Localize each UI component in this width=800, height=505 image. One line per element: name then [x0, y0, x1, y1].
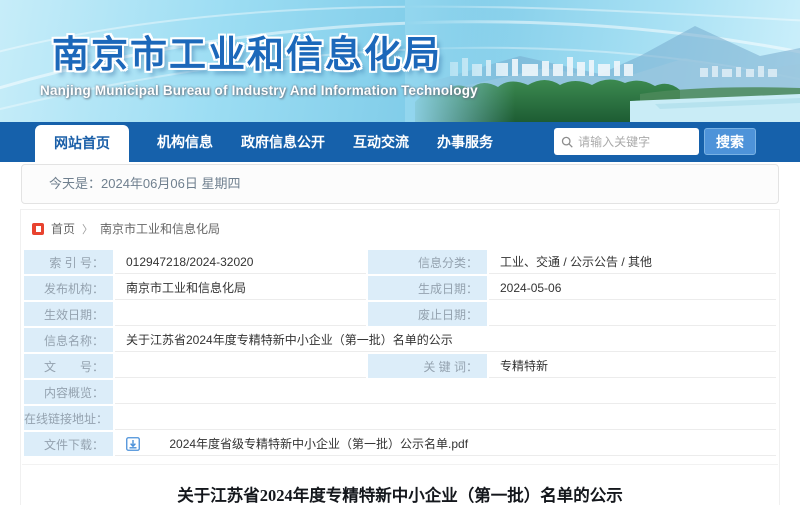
date-bar: 今天是：2024年06月06日 星期四: [21, 164, 779, 204]
home-icon: [32, 222, 44, 235]
meta-label-effective-date: 生效日期：: [24, 302, 113, 326]
meta-value-online-link: [115, 406, 776, 430]
table-row: 信息名称： 关于江苏省2024年度专精特新中小企业（第一批）名单的公示: [24, 328, 776, 352]
breadcrumb-current[interactable]: 南京市工业和信息化局: [100, 220, 220, 237]
meta-value-keywords: 专精特新: [489, 354, 776, 378]
nav-item-org-info[interactable]: 机构信息: [157, 122, 213, 162]
meta-label-keywords: 关 键 词：: [368, 354, 487, 378]
nav-item-services[interactable]: 办事服务: [437, 122, 493, 162]
search-bar: 搜索: [554, 128, 756, 155]
meta-label-publisher: 发布机构：: [24, 276, 113, 300]
search-input-wrap: [554, 128, 699, 155]
current-date-text: 今天是：2024年06月06日 星期四: [49, 176, 241, 191]
meta-value-doc-number: [115, 354, 366, 378]
table-row: 文件下载： 2024年度省级专精特新中小企业（第一批）公示名单.pdf: [24, 432, 776, 456]
download-icon[interactable]: [126, 437, 140, 451]
meta-label-summary: 内容概览：: [24, 380, 113, 404]
meta-value-index-number: 012947218/2024-32020: [115, 250, 366, 274]
table-row: 发布机构： 南京市工业和信息化局 生成日期： 2024-05-06: [24, 276, 776, 300]
meta-label-file-download: 文件下载：: [24, 432, 113, 456]
attachment-link[interactable]: 2024年度省级专精特新中小企业（第一批）公示名单.pdf: [169, 437, 468, 451]
meta-label-category: 信息分类：: [368, 250, 487, 274]
nav-item-gov-disclosure[interactable]: 政府信息公开: [241, 122, 325, 162]
table-row: 索 引 号： 012947218/2024-32020 信息分类： 工业、交通 …: [24, 250, 776, 274]
meta-label-info-name: 信息名称：: [24, 328, 113, 352]
meta-value-effective-date: [115, 302, 366, 326]
article-title: 关于江苏省2024年度专精特新中小企业（第一批）名单的公示: [177, 486, 623, 505]
meta-label-create-date: 生成日期：: [368, 276, 487, 300]
main-nav: 网站首页 机构信息 政府信息公开 互动交流 办事服务 搜索: [0, 122, 800, 162]
site-subtitle-english: Nanjing Municipal Bureau of Industry And…: [40, 83, 478, 98]
nav-item-home[interactable]: 网站首页: [35, 125, 129, 162]
breadcrumb-home[interactable]: 首页: [51, 220, 75, 237]
breadcrumb-separator: 〉: [82, 223, 94, 236]
table-row: 文 号： 关 键 词： 专精特新: [24, 354, 776, 378]
nav-item-interaction[interactable]: 互动交流: [353, 122, 409, 162]
meta-label-index-number: 索 引 号：: [24, 250, 113, 274]
meta-value-publisher: 南京市工业和信息化局: [115, 276, 366, 300]
meta-value-info-name: 关于江苏省2024年度专精特新中小企业（第一批）名单的公示: [115, 328, 776, 352]
table-row: 内容概览：: [24, 380, 776, 404]
meta-value-create-date: 2024-05-06: [489, 276, 776, 300]
search-input[interactable]: [578, 134, 692, 149]
site-banner: 南京市工业和信息化局 Nanjing Municipal Bureau of I…: [0, 0, 800, 122]
meta-label-expiry-date: 废止日期：: [368, 302, 487, 326]
search-icon: [561, 136, 573, 148]
meta-value-category: 工业、交通 / 公示公告 / 其他: [489, 250, 776, 274]
content-panel: 首页 〉 南京市工业和信息化局 索 引 号： 012947218/2024-32…: [20, 209, 780, 505]
article: 关于江苏省2024年度专精特新中小企业（第一批）名单的公示 为深入贯彻党中央、国…: [22, 464, 778, 505]
meta-value-expiry-date: [489, 302, 776, 326]
document-meta-table: 索 引 号： 012947218/2024-32020 信息分类： 工业、交通 …: [22, 248, 778, 458]
table-row: 在线链接地址：: [24, 406, 776, 430]
meta-value-file-download: 2024年度省级专精特新中小企业（第一批）公示名单.pdf: [115, 432, 776, 456]
site-title: 南京市工业和信息化局: [52, 34, 442, 75]
meta-label-online-link: 在线链接地址：: [24, 406, 113, 430]
table-row: 生效日期： 废止日期：: [24, 302, 776, 326]
search-button[interactable]: 搜索: [704, 128, 756, 155]
meta-label-doc-number: 文 号：: [24, 354, 113, 378]
meta-value-summary: [115, 380, 776, 404]
breadcrumb: 首页 〉 南京市工业和信息化局: [22, 210, 778, 248]
